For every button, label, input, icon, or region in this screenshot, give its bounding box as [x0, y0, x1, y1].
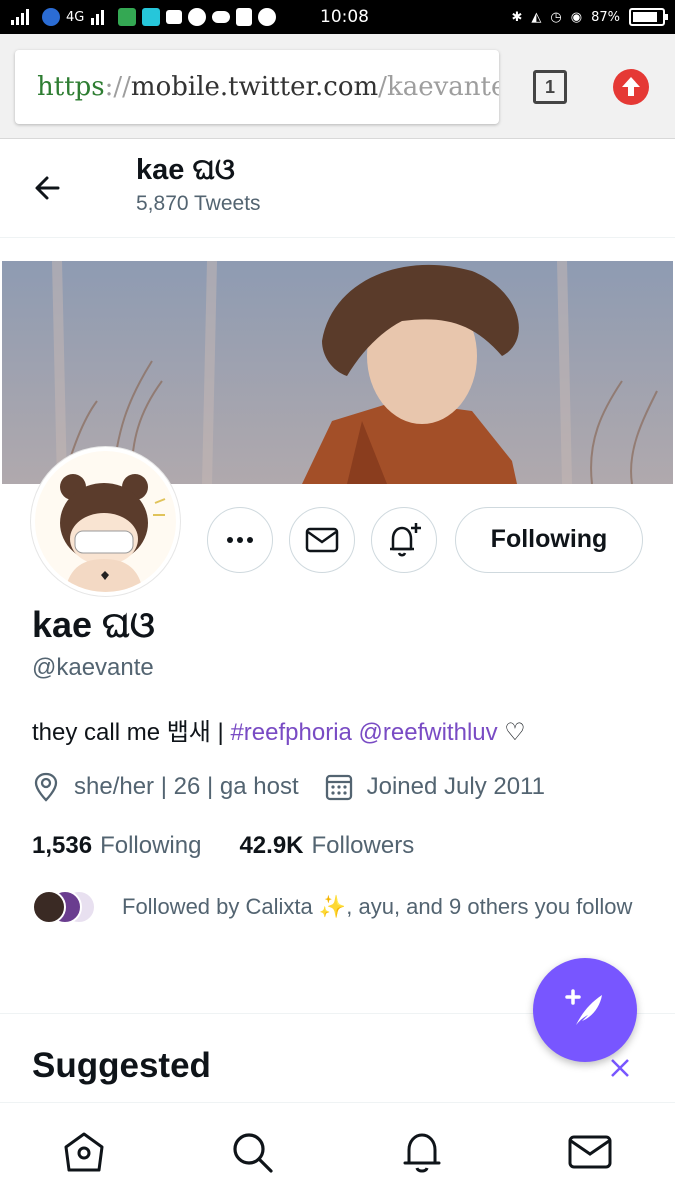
following-label: Following — [100, 832, 202, 859]
location-pin-icon — [34, 772, 58, 802]
avatar-illustration — [35, 451, 176, 592]
mute-icon: ◭ — [531, 9, 542, 25]
followers-count: 42.9K — [239, 832, 304, 859]
bottom-nav — [0, 1102, 675, 1200]
display-name: kae ଘଓ — [32, 604, 155, 645]
browser-toolbar: https://mobile.twitter.com / kaevante 1 — [0, 34, 675, 139]
compose-feather-icon — [565, 989, 602, 1025]
signal-icon-2 — [91, 10, 105, 25]
status-bar: 4G 10:08 ✱ ◭ ◷ ◉ 87% — [0, 0, 675, 34]
battery-icon — [629, 8, 668, 26]
drive-icon — [118, 8, 137, 26]
browser-globe-icon — [42, 8, 60, 26]
status-time: 10:08 — [320, 7, 369, 27]
following-count: 1,536 — [32, 832, 93, 859]
bell-icon — [403, 1133, 441, 1173]
arrow-left-icon — [35, 176, 60, 200]
status-left-icons: 4G — [10, 6, 277, 28]
notifications-button[interactable] — [371, 507, 437, 573]
eye-icon: ◉ — [570, 9, 583, 25]
profile-top-bar: kae ଘଓ 5,870 Tweets — [0, 140, 675, 238]
url-host: mobile.twitter.com — [130, 72, 379, 102]
url-scheme: https — [37, 72, 105, 102]
dismiss-suggested-button[interactable] — [608, 1056, 632, 1080]
url-path: kaevante — [386, 72, 499, 102]
bio: they call me 뱁새 | #reefphoria @reefwithl… — [32, 712, 526, 747]
message-button[interactable] — [289, 507, 355, 573]
nav-search[interactable] — [229, 1129, 275, 1175]
joined-date: Joined July 2011 — [366, 773, 545, 800]
more-button[interactable] — [207, 507, 273, 573]
chat-icon — [258, 8, 277, 26]
location-text: she/her | 26 | ga host — [74, 773, 299, 800]
following-button[interactable]: Following — [455, 507, 643, 573]
back-button[interactable] — [28, 170, 72, 206]
close-icon — [611, 1059, 629, 1077]
url-slash: / — [378, 72, 387, 102]
bio-space — [352, 719, 359, 746]
profile-avatar[interactable] — [31, 447, 180, 596]
tweet-count: 5,870 Tweets — [136, 192, 261, 215]
battery-percent: 87% — [591, 9, 620, 25]
nav-messages[interactable] — [567, 1129, 613, 1175]
bio-text: they call me 뱁새 | — [32, 719, 231, 746]
network-type: 4G — [66, 9, 85, 25]
bell-plus-icon — [390, 523, 421, 557]
mail-icon — [568, 1135, 612, 1169]
calendar-app-icon — [166, 10, 183, 24]
handle: @kaevante — [32, 654, 154, 681]
followed-by-text: Followed by Calixta ✨, ayu, and 9 others… — [122, 894, 633, 919]
nav-notifications[interactable] — [399, 1129, 445, 1175]
battery-fill — [633, 12, 657, 22]
profile-meta: she/her | 26 | ga host Joined July 2011 — [32, 772, 545, 802]
bio-mention-link[interactable]: @reefwithluv — [359, 719, 498, 746]
bio-end: ♡ — [497, 719, 526, 746]
update-button[interactable] — [613, 69, 649, 105]
follow-stats: 1,536 Following 42.9K Followers — [32, 832, 414, 860]
calendar-icon — [325, 774, 352, 801]
followed-by-avatars — [32, 890, 102, 926]
mutual-avatar — [32, 890, 66, 924]
url-bar[interactable]: https://mobile.twitter.com / kaevante — [15, 50, 499, 124]
following-stat[interactable]: 1,536 Following — [32, 832, 201, 860]
url-separator: :// — [104, 72, 131, 102]
cloud-icon — [212, 11, 231, 23]
arrow-up-icon — [622, 77, 640, 96]
followers-label: Followers — [311, 832, 415, 859]
search-icon — [233, 1133, 273, 1173]
spotify-icon — [188, 8, 207, 26]
more-icon — [227, 537, 253, 543]
mail-icon — [305, 527, 339, 553]
app-icon — [142, 8, 161, 26]
suggested-heading: Suggested — [32, 1046, 211, 1085]
followers-stat[interactable]: 42.9K Followers — [239, 832, 414, 860]
alarm-icon: ◷ — [550, 9, 562, 25]
compose-tweet-button[interactable] — [533, 958, 637, 1062]
signal-icon — [11, 9, 29, 25]
home-icon — [64, 1132, 104, 1172]
bluetooth-icon: ✱ — [511, 9, 523, 25]
download-icon — [236, 8, 253, 26]
header-display-name: kae ଘଓ — [136, 154, 235, 186]
tab-switcher-button[interactable]: 1 — [533, 70, 567, 104]
bio-hashtag-link[interactable]: #reefphoria — [230, 719, 351, 746]
status-right-icons: ✱ ◭ ◷ ◉ 87% — [511, 6, 668, 28]
nav-home[interactable] — [61, 1129, 107, 1175]
